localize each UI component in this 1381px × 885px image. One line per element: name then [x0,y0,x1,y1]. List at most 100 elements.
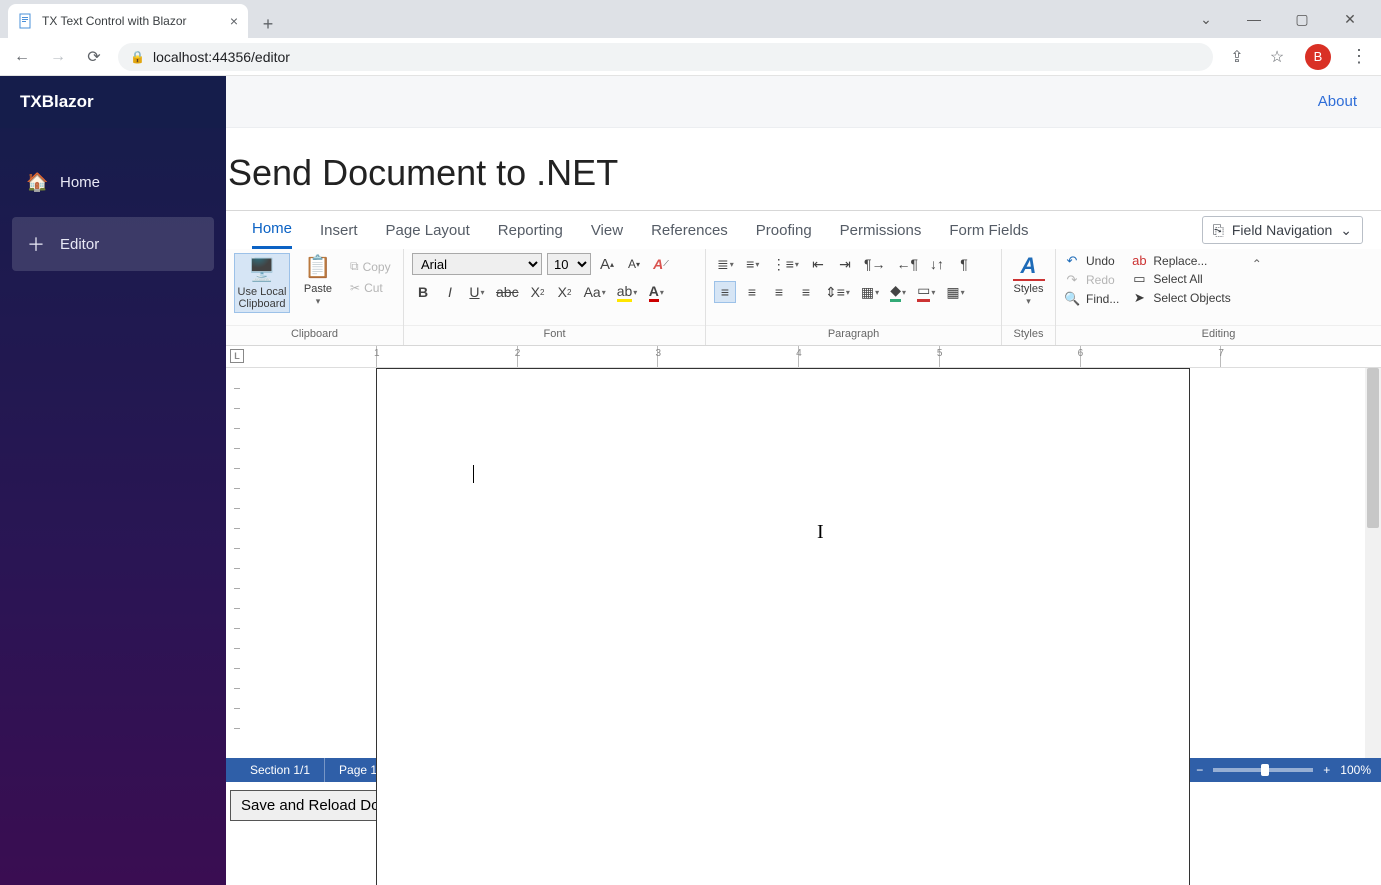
ribbon-tab-view[interactable]: View [591,211,623,249]
styles-button[interactable]: A Styles ▾ [1010,253,1047,307]
tab-align-selector[interactable]: L [230,349,244,363]
collapse-ribbon-button[interactable]: ⌃ [1243,253,1271,271]
status-section[interactable]: Section 1/1 [236,758,325,782]
font-color-button[interactable]: A▾ [645,281,667,303]
zoom-in-button[interactable]: + [1323,763,1330,777]
increase-indent-button[interactable]: ⇥ [834,253,856,275]
group-label-clipboard: Clipboard [226,325,403,345]
sidebar-item-label: Editor [60,236,99,253]
redo-button[interactable]: ↷Redo [1064,272,1119,288]
omnibox[interactable]: 🔒 localhost:44356/editor [118,43,1213,71]
group-label-font: Font [404,325,705,345]
page-title: Send Document to .NET [226,152,1381,210]
ribbon-tab-home[interactable]: Home [252,211,292,249]
profile-avatar[interactable]: B [1305,44,1331,70]
align-center-button[interactable]: ≡ [741,281,763,303]
maximize-icon[interactable]: ▢ [1287,11,1317,28]
forward-button[interactable]: → [46,45,70,69]
align-left-button[interactable]: ≡ [714,281,736,303]
ribbon-tab-reporting[interactable]: Reporting [498,211,563,249]
copy-button[interactable]: ⧉Copy [346,257,395,276]
use-local-clipboard-button[interactable]: 🖥️ Use Local Clipboard [234,253,290,313]
styles-icon: A [1013,253,1045,281]
select-all-button[interactable]: ▭Select All [1131,271,1230,287]
paste-icon: 📋 [302,253,334,281]
italic-button[interactable]: I [439,281,461,303]
underline-button[interactable]: U▾ [466,281,488,303]
group-label-editing: Editing [1056,325,1381,345]
paste-button[interactable]: 📋 Paste ▾ [296,253,340,307]
zoom-out-button[interactable]: − [1196,763,1203,777]
reload-button[interactable]: ⟳ [82,45,106,69]
browser-tab[interactable]: TX Text Control with Blazor × [8,4,248,38]
browser-tabstrip: TX Text Control with Blazor × + ⌄ ― ▢ ✕ [0,0,1381,38]
field-nav-icon: ⎘ [1213,222,1224,239]
align-justify-button[interactable]: ≡ [795,281,817,303]
ribbon-tab-references[interactable]: References [651,211,728,249]
font-family-select[interactable]: Arial [412,253,542,275]
vertical-ruler[interactable] [226,368,248,758]
undo-button[interactable]: ↶Undo [1064,253,1119,269]
share-icon[interactable]: ⇪ [1225,45,1249,69]
sidebar-item-home[interactable]: 🏠 Home [12,158,214,207]
subscript-button[interactable]: X2 [527,281,549,303]
field-navigation-button[interactable]: ⎘ Field Navigation ⌄ [1202,216,1363,244]
shrink-font-button[interactable]: A▾ [623,253,645,275]
line-spacing-button[interactable]: ⇕≡▾ [822,281,853,303]
vertical-scrollbar[interactable] [1365,368,1381,758]
ltr-button[interactable]: ¶→ [861,253,889,275]
bookmark-star-icon[interactable]: ☆ [1265,45,1289,69]
show-marks-button[interactable]: ¶ [953,253,975,275]
scrollbar-thumb[interactable] [1367,368,1379,528]
cut-button[interactable]: ✂Cut [346,279,395,297]
zoom-level[interactable]: 100% [1340,763,1371,777]
minimize-icon[interactable]: ― [1239,11,1269,28]
chevron-down-icon: ▾ [316,297,321,307]
align-right-button[interactable]: ≡ [768,281,790,303]
bullets-button[interactable]: ≣▾ [714,253,737,275]
document-page[interactable]: I [376,368,1190,885]
new-tab-button[interactable]: + [254,10,282,38]
ribbon-tab-permissions[interactable]: Permissions [840,211,922,249]
shading-button[interactable]: ▦▾ [858,281,882,303]
replace-icon: ab [1131,253,1147,268]
clear-formatting-button[interactable]: A⟋ [650,253,672,275]
find-button[interactable]: 🔍Find... [1064,291,1119,307]
highlight-button[interactable]: ab▾ [614,281,641,303]
ribbon-tab-insert[interactable]: Insert [320,211,358,249]
horizontal-ruler[interactable]: L 1 2 3 4 5 6 7 [226,346,1381,368]
sidebar-item-editor[interactable]: ＋ Editor [12,217,214,271]
multilevel-button[interactable]: ⋮≡▾ [769,253,802,275]
search-icon: 🔍 [1064,291,1080,307]
about-link[interactable]: About [1318,93,1357,110]
replace-button[interactable]: abReplace... [1131,253,1230,268]
tab-title: TX Text Control with Blazor [42,14,187,28]
font-size-select[interactable]: 10 [547,253,591,275]
bold-button[interactable]: B [412,281,434,303]
tab-close-icon[interactable]: × [230,13,238,29]
frame-fill-button[interactable]: ◆▾ [887,281,909,303]
zoom-slider[interactable] [1213,768,1313,772]
chevron-down-icon[interactable]: ⌄ [1191,11,1221,28]
change-case-button[interactable]: Aa▾ [581,281,609,303]
borders-button[interactable]: ▦▾ [943,281,967,303]
ribbon-tab-page-layout[interactable]: Page Layout [386,211,470,249]
plus-icon: ＋ [26,231,46,257]
kebab-menu-icon[interactable]: ⋮ [1347,45,1371,69]
pointer-icon: ➤ [1131,290,1147,306]
back-button[interactable]: ← [10,45,34,69]
superscript-button[interactable]: X2 [554,281,576,303]
grow-font-button[interactable]: A▴ [596,253,618,275]
strike-button[interactable]: abc [493,281,522,303]
redo-icon: ↷ [1064,272,1080,288]
rtl-button[interactable]: ←¶ [893,253,921,275]
close-window-icon[interactable]: ✕ [1335,11,1365,28]
decrease-indent-button[interactable]: ⇤ [807,253,829,275]
url-text: localhost:44356/editor [153,49,290,65]
sort-button[interactable]: ↓↑ [926,253,948,275]
frame-line-button[interactable]: ▭▾ [914,281,938,303]
ribbon-tab-proofing[interactable]: Proofing [756,211,812,249]
select-objects-button[interactable]: ➤Select Objects [1131,290,1230,306]
numbering-button[interactable]: ≡▾ [742,253,764,275]
ribbon-tab-form-fields[interactable]: Form Fields [949,211,1028,249]
